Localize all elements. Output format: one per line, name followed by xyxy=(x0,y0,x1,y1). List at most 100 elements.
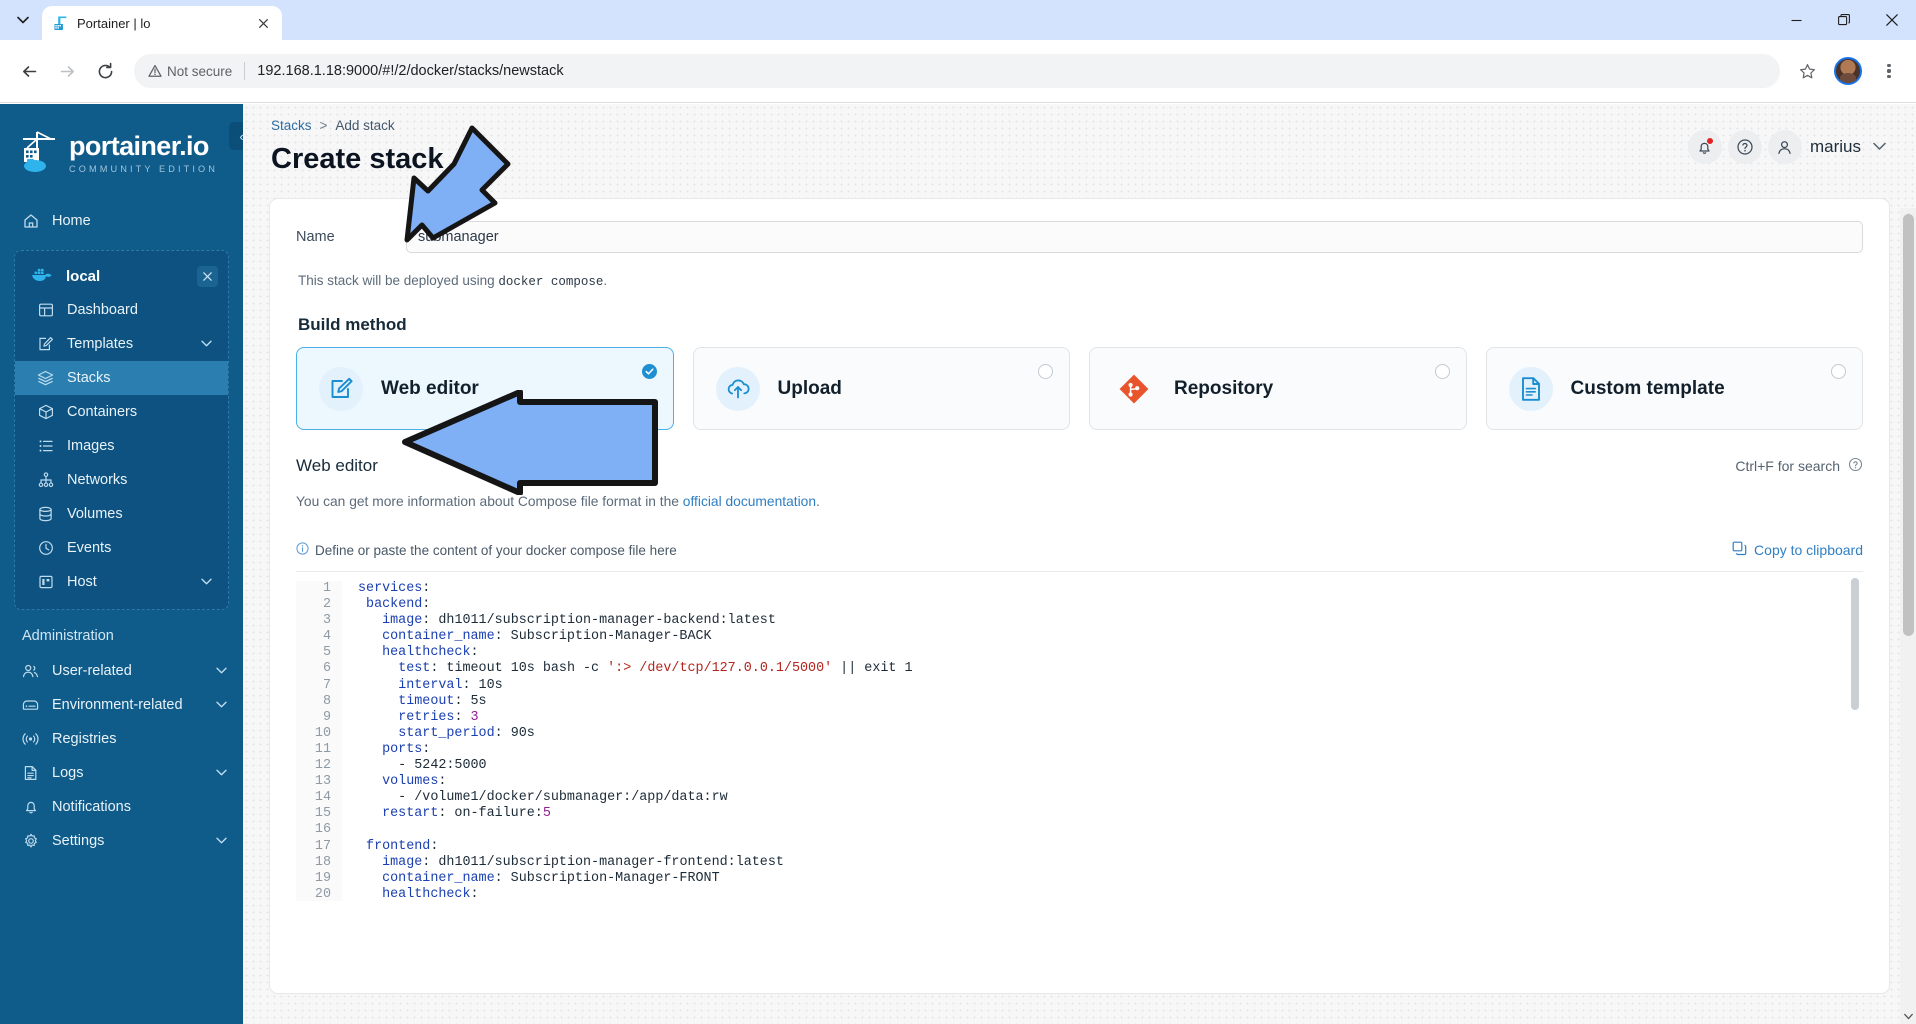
code-token-key: frontend xyxy=(366,838,431,854)
page-scrollbar[interactable] xyxy=(1900,208,1916,1024)
sidebar-item-volumes[interactable]: Volumes xyxy=(15,497,228,531)
user-avatar-icon[interactable] xyxy=(1767,130,1802,164)
sidebar-item-templates[interactable]: Templates xyxy=(15,327,228,361)
help-question-icon[interactable] xyxy=(1727,130,1762,164)
back-arrow-icon[interactable] xyxy=(12,54,46,88)
refresh-icon[interactable] xyxy=(455,150,475,170)
chevron-down-icon[interactable] xyxy=(216,666,227,677)
brand-name: portainer.io xyxy=(69,130,209,161)
code-line: ports: xyxy=(358,742,1863,758)
sidebar-item-user-related[interactable]: User-related xyxy=(0,654,243,688)
copy-to-clipboard-button[interactable]: Copy to clipboard xyxy=(1732,541,1863,559)
line-number: 13 xyxy=(314,774,331,790)
tab-close-icon[interactable] xyxy=(254,14,272,32)
window-close-button[interactable] xyxy=(1868,0,1916,40)
chevron-down-icon[interactable] xyxy=(201,577,212,588)
build-method-label: Upload xyxy=(777,377,842,399)
line-number: 10 xyxy=(314,725,331,741)
sidebar-item-host[interactable]: Host xyxy=(15,565,228,599)
sidebar-item-notifications[interactable]: Notifications xyxy=(0,790,243,824)
breadcrumb-stacks[interactable]: Stacks xyxy=(271,118,312,133)
build-method-radio[interactable] xyxy=(1831,364,1846,379)
code-line: - /volume1/docker/submanager:/app/data:r… xyxy=(358,790,1863,806)
code-token-num: 3 xyxy=(470,709,479,725)
sidebar-item-stacks[interactable]: Stacks xyxy=(15,361,228,395)
build-method-repository[interactable]: Repository xyxy=(1089,347,1467,430)
chevron-down-icon[interactable] xyxy=(201,339,212,350)
gear-icon xyxy=(22,833,39,849)
build-method-radio[interactable] xyxy=(1434,364,1450,379)
sidebar-item-label: User-related xyxy=(52,663,132,679)
chevron-down-icon[interactable] xyxy=(216,836,227,847)
editor-code-content[interactable]: services: backend: image: dh1011/subscri… xyxy=(342,581,1863,901)
official-documentation-link[interactable]: official documentation xyxy=(683,494,816,509)
code-line: container_name: Subscription-Manager-BAC… xyxy=(358,629,1863,645)
bookmark-star-icon[interactable] xyxy=(1792,56,1822,86)
sidebar-collapse-button[interactable]: « xyxy=(229,122,243,150)
code-token-num: 5 xyxy=(542,806,551,822)
sidebar-item-containers[interactable]: Containers xyxy=(15,395,228,429)
window-minimize-button[interactable] xyxy=(1772,0,1820,40)
stack-name-input[interactable] xyxy=(406,221,1863,253)
editor-help-question-icon[interactable] xyxy=(1848,457,1863,475)
build-method-radio[interactable] xyxy=(1038,364,1053,379)
sidebar-item-dashboard[interactable]: Dashboard xyxy=(15,293,228,327)
sidebar-item-images[interactable]: Images xyxy=(15,429,228,463)
build-method-radio-checked[interactable] xyxy=(641,364,657,379)
address-bar[interactable]: Not secure 192.168.1.18:9000/#!/2/docker… xyxy=(134,54,1780,88)
reload-icon[interactable] xyxy=(88,54,122,88)
security-status[interactable]: Not secure xyxy=(148,64,232,79)
browser-profile-avatar[interactable] xyxy=(1834,57,1862,85)
sidebar-item-networks[interactable]: Networks xyxy=(15,463,228,497)
chevron-down-icon[interactable] xyxy=(216,768,227,779)
code-token-key: healthcheck xyxy=(382,645,471,661)
editor-scrollbar-thumb[interactable] xyxy=(1851,578,1859,710)
chevron-down-icon[interactable] xyxy=(216,700,227,711)
deploy-note-prefix: This stack will be deployed using xyxy=(298,273,495,288)
sidebar-environment-local[interactable]: local xyxy=(15,259,228,293)
code-token-key: retries xyxy=(398,709,455,725)
code-token-plain: - /volume1/docker/submanager:/app/data:r… xyxy=(358,790,728,806)
editor-info-row: Define or paste the content of your dock… xyxy=(296,542,677,558)
build-method-custom-template[interactable]: Custom template xyxy=(1485,347,1863,430)
window-maximize-button[interactable] xyxy=(1820,0,1868,40)
sidebar-item-home[interactable]: Home xyxy=(0,204,243,238)
line-number: 6 xyxy=(322,661,331,677)
tab-search-icon[interactable] xyxy=(6,3,40,37)
stack-name-row: Name xyxy=(296,221,1863,253)
sidebar-item-label: Events xyxy=(67,540,112,556)
browser-menu-icon[interactable] xyxy=(1874,56,1904,86)
page-scrollbar-thumb[interactable] xyxy=(1902,214,1914,636)
deploy-note-code: docker compose xyxy=(498,275,604,289)
code-token-key: backend xyxy=(366,597,423,613)
editor-scrollbar[interactable] xyxy=(1851,578,1859,896)
sidebar-item-settings[interactable]: Settings xyxy=(0,824,243,858)
notifications-bell-icon[interactable] xyxy=(1687,130,1722,164)
code-line: healthcheck: xyxy=(358,887,1863,901)
sidebar-item-environment-related[interactable]: Environment-related xyxy=(0,688,243,722)
scroll-down-arrow-icon[interactable] xyxy=(1900,1008,1916,1024)
build-method-upload[interactable]: Upload xyxy=(692,347,1070,430)
code-token-key: services xyxy=(358,581,423,596)
sidebar-item-registries[interactable]: Registries xyxy=(0,722,243,756)
browser-tab[interactable]: Portainer | lo xyxy=(42,6,282,40)
user-menu-chevron-down-icon[interactable] xyxy=(1873,140,1886,154)
forward-arrow-icon[interactable] xyxy=(50,54,84,88)
build-method-web-editor[interactable]: Web editor xyxy=(296,347,674,430)
line-number: 4 xyxy=(322,629,331,645)
sidebar-item-events[interactable]: Events xyxy=(15,531,228,565)
compose-code-editor[interactable]: 1 2 3 4 5 6 7 8 9 10 11 12 13 14 15 16 17 18 19 20 services… xyxy=(296,571,1863,901)
environment-close-icon[interactable] xyxy=(197,265,218,287)
editor-info-text: Define or paste the content of your dock… xyxy=(315,542,677,558)
line-number: 15 xyxy=(314,806,331,822)
sidebar-item-logs[interactable]: Logs xyxy=(0,756,243,790)
breadcrumb-add-stack[interactable]: Add stack xyxy=(335,118,394,133)
code-token-plain: : xyxy=(470,886,479,901)
code-token-plain: : dh1011/subscription-manager-frontend:l… xyxy=(422,854,784,870)
